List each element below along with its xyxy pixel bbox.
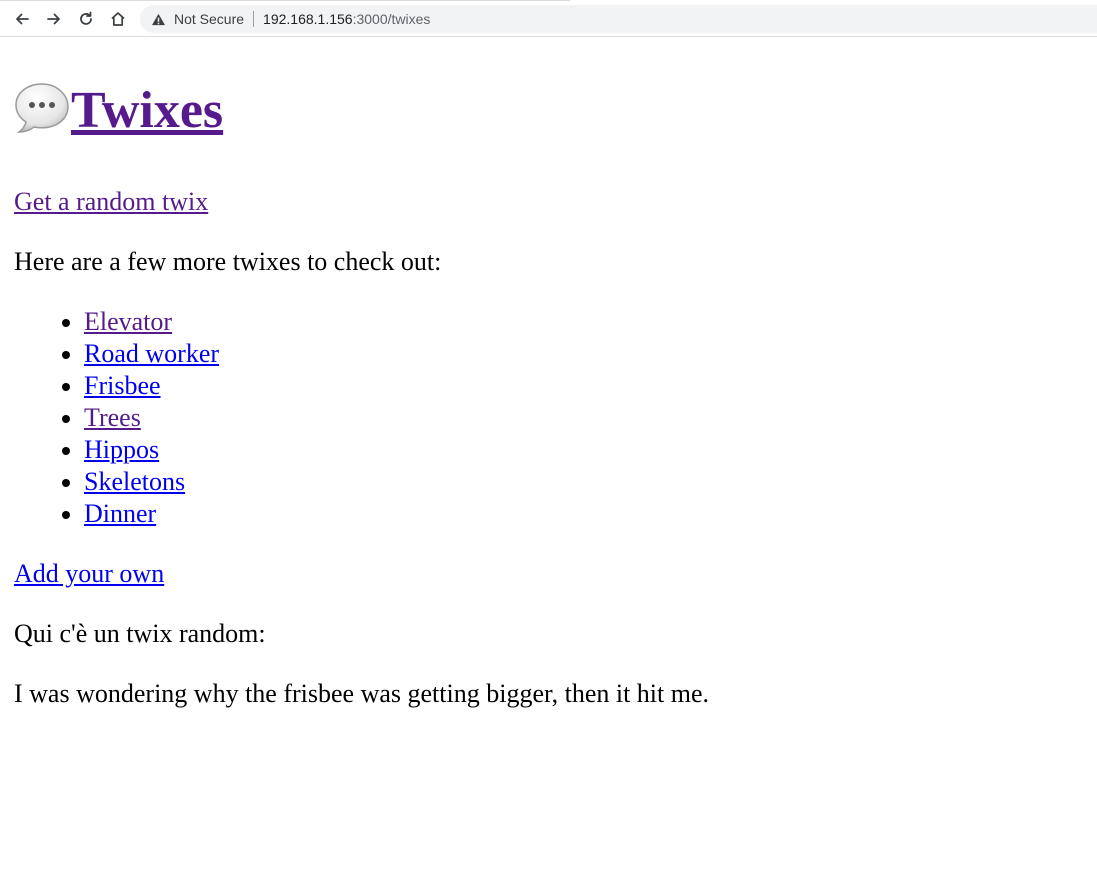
back-button[interactable] xyxy=(9,6,35,32)
reload-icon xyxy=(80,11,92,25)
random-twix-heading: Qui c'è un twix random: xyxy=(14,619,266,648)
tab-strip-edge xyxy=(0,0,570,1)
page-title: Twixes xyxy=(14,81,223,141)
list-item: Skeletons xyxy=(84,466,219,498)
list-item: Hippos xyxy=(84,434,219,466)
arrow-right-icon xyxy=(47,13,60,25)
site-title-text: Twixes xyxy=(71,82,224,139)
twix-link-elevator[interactable]: Elevator xyxy=(84,307,172,336)
twix-link-skeletons[interactable]: Skeletons xyxy=(84,467,185,496)
random-twix-content: I was wondering why the frisbee was gett… xyxy=(14,679,710,708)
list-item: Dinner xyxy=(84,498,219,530)
intro-text: Here are a few more twixes to check out: xyxy=(14,247,442,276)
url-path: :3000/twixes xyxy=(352,11,431,27)
list-item: Elevator xyxy=(84,306,219,338)
address-divider xyxy=(253,11,255,27)
speech-bubble-icon xyxy=(14,81,70,133)
home-button[interactable] xyxy=(105,6,131,32)
arrow-left-icon xyxy=(16,13,29,25)
twix-link-road-worker[interactable]: Road worker xyxy=(84,339,219,368)
random-twix-link[interactable]: Get a random twix xyxy=(14,187,208,216)
twix-link-dinner[interactable]: Dinner xyxy=(84,499,156,528)
twix-list: Elevator Road worker Frisbee Trees Hippo… xyxy=(14,306,219,530)
twix-link-frisbee[interactable]: Frisbee xyxy=(84,371,161,400)
list-item: Trees xyxy=(84,402,219,434)
address-bar[interactable]: Not Secure 192.168.1.156:3000/twixes xyxy=(140,5,1097,33)
url-host: 192.168.1.156 xyxy=(263,11,353,27)
add-link-row: Add your own xyxy=(14,558,164,590)
add-your-own-link[interactable]: Add your own xyxy=(14,559,164,588)
twix-link-trees[interactable]: Trees xyxy=(84,403,141,432)
reload-button[interactable] xyxy=(73,6,99,32)
forward-button[interactable] xyxy=(41,6,67,32)
home-title-link[interactable]: Twixes xyxy=(14,82,223,139)
list-item: Frisbee xyxy=(84,370,219,402)
random-link-row: Get a random twix xyxy=(14,186,208,218)
list-item: Road worker xyxy=(84,338,219,370)
home-icon xyxy=(111,12,125,26)
security-status[interactable]: Not Secure xyxy=(174,11,244,27)
twix-link-hippos[interactable]: Hippos xyxy=(84,435,159,464)
browser-toolbar: Not Secure 192.168.1.156:3000/twixes xyxy=(0,0,1097,37)
warning-icon[interactable] xyxy=(151,12,166,26)
